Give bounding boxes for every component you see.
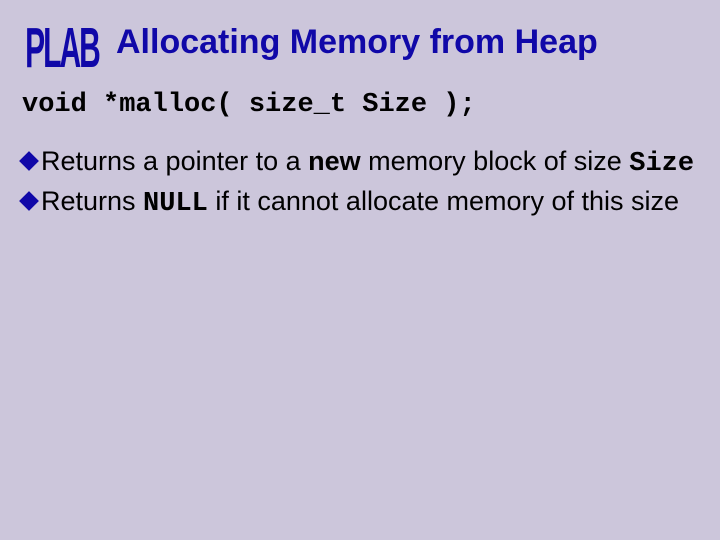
bullet-text-code: Size [629,149,694,179]
bullet-list: Returns a pointer to a new memory block … [22,144,698,221]
bullet-text-code: NULL [143,189,208,219]
bullet-text-bold: new [308,146,361,176]
plab-logo-text: PLAB [25,16,99,72]
slide-title: Allocating Memory from Heap [116,25,598,61]
bullet-item: Returns NULL if it cannot allocate memor… [22,184,698,222]
function-prototype: void *malloc( size_t Size ); [22,90,698,120]
plab-logo: PLAB [22,14,102,72]
bullet-text: if it cannot allocate memory of this siz… [208,186,679,216]
title-row: PLAB Allocating Memory from Heap [22,14,698,72]
diamond-icon [19,191,39,211]
diamond-icon [19,151,39,171]
bullet-text: Returns a pointer to a [41,146,308,176]
bullet-item: Returns a pointer to a new memory block … [22,144,698,182]
bullet-text: memory block of size [361,146,630,176]
slide: PLAB Allocating Memory from Heap void *m… [0,0,720,540]
bullet-text: Returns [41,186,143,216]
